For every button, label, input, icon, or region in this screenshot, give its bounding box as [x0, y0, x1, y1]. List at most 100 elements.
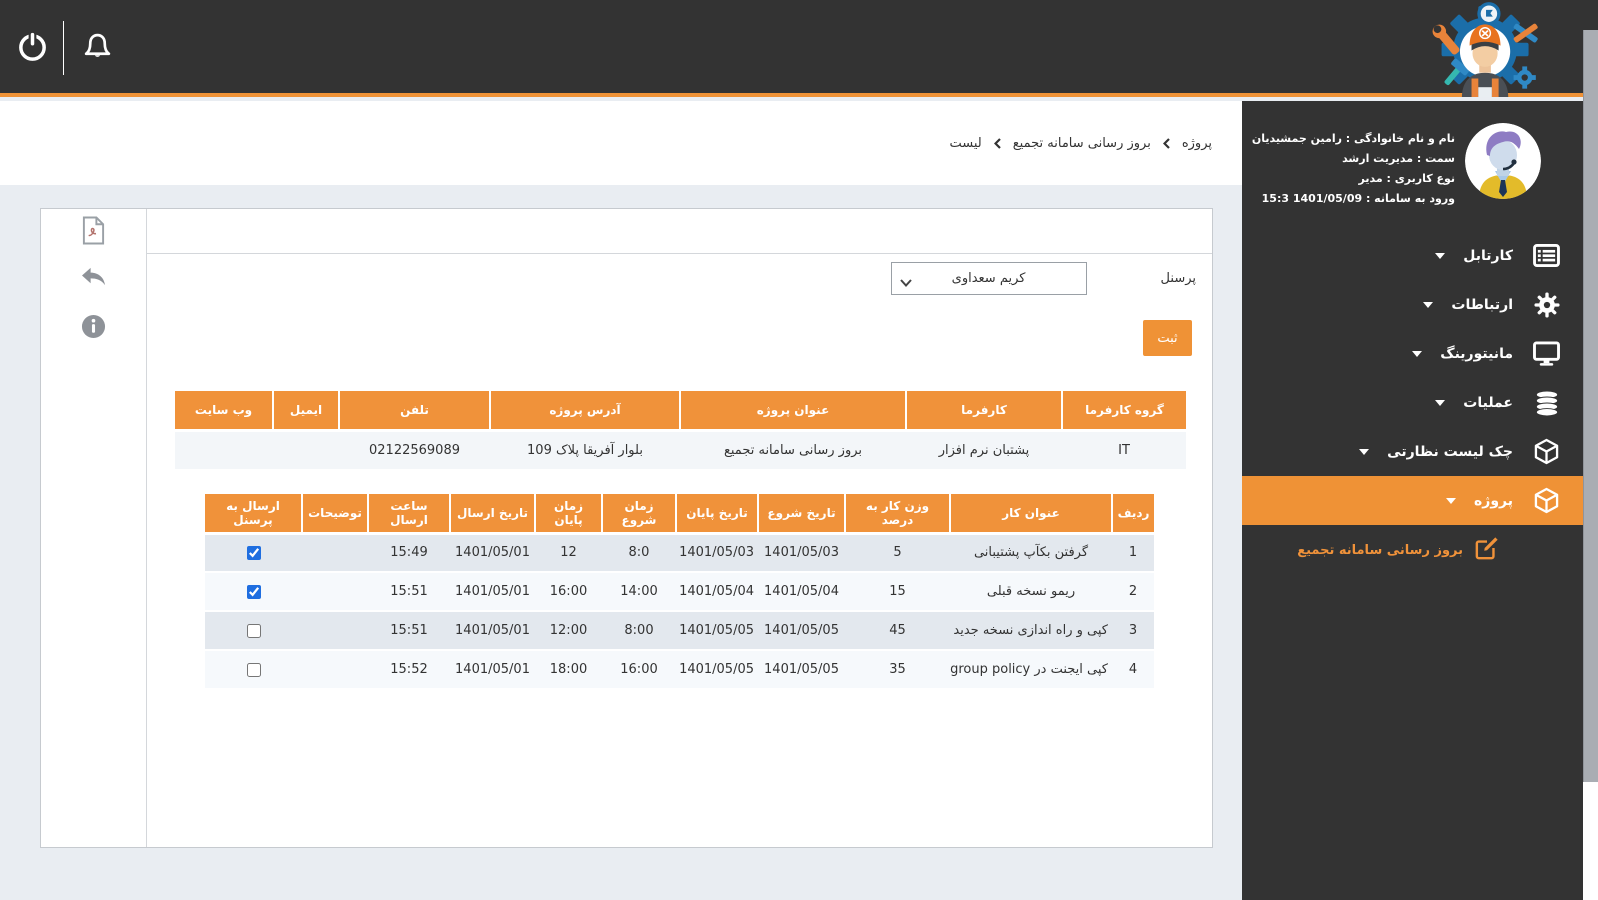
sidebar-item-operations[interactable]: عملیات	[1242, 378, 1583, 427]
table-row: 1گرفتن بکآپ پشتیبانی51401/05/031401/05/0…	[205, 533, 1154, 572]
cell: بلوار آفریقا پلاک 109	[490, 430, 680, 469]
user-position: سمت : مدیریت ارشد	[1252, 149, 1455, 169]
cell: کپی ایجنت در group policy	[950, 650, 1112, 689]
sidebar-item-checklist[interactable]: چک لیست نظارتی	[1242, 427, 1583, 476]
monitor-icon	[1533, 340, 1560, 368]
column-header: ساعت ارسال	[368, 494, 450, 533]
edit-icon	[1475, 536, 1499, 564]
breadcrumb-band: پروژه بروز رسانی سامانه تجمیع لیست	[0, 101, 1242, 185]
cube-icon	[1533, 487, 1560, 515]
cell: 02122569089	[339, 430, 490, 469]
sidebar-item-label: ارتباطات	[1451, 297, 1513, 313]
send-to-personnel-checkbox[interactable]	[247, 546, 261, 560]
avatar	[1465, 123, 1541, 199]
main-card: پرسنل کریم سعداوی ثبت گروه کارفرماکارفرم…	[40, 208, 1213, 848]
back-button[interactable]	[79, 265, 108, 291]
cell: 1401/05/04	[676, 572, 758, 611]
user-fullname: نام و نام خانوادگی : رامین جمشیدیان	[1252, 129, 1455, 149]
column-header: زمان شروع	[602, 494, 676, 533]
send-to-personnel-checkbox[interactable]	[247, 585, 261, 599]
cell: 8:00	[602, 611, 676, 650]
column-header: ارسال به پرسنل	[205, 494, 302, 533]
sidebar-item-label: مانیتورینگ	[1440, 346, 1513, 362]
chevron-down-icon	[1435, 400, 1445, 406]
cell: IT	[1062, 430, 1186, 469]
info-icon	[81, 327, 106, 342]
column-header: تاریخ پایان	[676, 494, 758, 533]
column-header: تاریخ ارسال	[450, 494, 535, 533]
cell	[302, 572, 368, 611]
cell	[302, 533, 368, 572]
top-bar	[0, 0, 1598, 97]
sidebar-item-project[interactable]: پروژه	[1242, 476, 1583, 525]
cell: 1401/05/01	[450, 572, 535, 611]
cell: 1401/05/03	[676, 533, 758, 572]
gear-icon	[1533, 291, 1560, 319]
sidebar-subitem-system-update[interactable]: بروز رسانی سامانه تجمیع	[1242, 529, 1583, 571]
cell: 15:49	[368, 533, 450, 572]
cell: پشتبان نرم افزار	[906, 430, 1062, 469]
send-to-personnel-checkbox[interactable]	[247, 624, 261, 638]
topbar-divider	[63, 21, 64, 75]
cell: 8:0	[602, 533, 676, 572]
cell: 1	[1112, 533, 1154, 572]
table-row: 3کپی و راه اندازی نسخه جدید451401/05/051…	[205, 611, 1154, 650]
scrollbar-thumb[interactable]	[1583, 30, 1598, 782]
cell: 35	[845, 650, 950, 689]
cell: 1401/05/04	[758, 572, 845, 611]
sidebar-item-label: پروژه	[1474, 493, 1513, 509]
cell: 1401/05/01	[450, 611, 535, 650]
cell: 15:52	[368, 650, 450, 689]
sidebar-item-cartable[interactable]: کارتابل	[1242, 231, 1583, 280]
column-header: وب سایت	[175, 391, 273, 430]
submit-button[interactable]: ثبت	[1143, 320, 1192, 356]
power-button[interactable]	[16, 30, 49, 66]
vertical-scrollbar[interactable]	[1583, 0, 1598, 900]
sidebar-subitem-label: بروز رسانی سامانه تجمیع	[1297, 543, 1463, 558]
sidebar-item-communications[interactable]: ارتباطات	[1242, 280, 1583, 329]
breadcrumb-item-project[interactable]: پروژه	[1182, 136, 1212, 151]
column-header: کارفرما	[906, 391, 1062, 430]
column-header: تلفن	[339, 391, 490, 430]
cell: 5	[845, 533, 950, 572]
chevron-down-icon	[1412, 351, 1422, 357]
cell: 18:00	[535, 650, 602, 689]
cell: 1401/05/05	[758, 611, 845, 650]
cell: 12	[535, 533, 602, 572]
column-header: زمان پایان	[535, 494, 602, 533]
cell: 3	[1112, 611, 1154, 650]
info-button[interactable]	[81, 314, 106, 342]
cell: 1401/05/05	[676, 650, 758, 689]
column-header: عنوان کار	[950, 494, 1112, 533]
personnel-selected-value: کریم سعداوی	[952, 271, 1026, 286]
notifications-button[interactable]	[82, 31, 113, 65]
cell: 16:00	[602, 650, 676, 689]
user-role: نوع کاربری : مدیر	[1252, 169, 1455, 189]
cell: 2	[1112, 572, 1154, 611]
sidebar-item-monitoring[interactable]: مانیتورینگ	[1242, 329, 1583, 378]
cell: 1401/05/01	[450, 533, 535, 572]
chevron-down-icon	[900, 276, 912, 291]
cell: 1401/05/05	[758, 650, 845, 689]
project-info-table: گروه کارفرماکارفرماعنوان پروژهآدرس پروژه…	[175, 391, 1186, 469]
send-to-personnel-checkbox[interactable]	[247, 663, 261, 677]
column-header: ردیف	[1112, 494, 1154, 533]
column-header: توضیحات	[302, 494, 368, 533]
personnel-select[interactable]: کریم سعداوی	[891, 262, 1087, 295]
breadcrumb-item-system-update[interactable]: بروز رسانی سامانه تجمیع	[1013, 136, 1151, 151]
bell-icon	[82, 31, 113, 65]
column-header: گروه کارفرما	[1062, 391, 1186, 430]
checkbox-cell	[205, 611, 302, 650]
cell: 4	[1112, 650, 1154, 689]
cell	[175, 430, 273, 469]
cell: کپی و راه اندازی نسخه جدید	[950, 611, 1112, 650]
pdf-export-button[interactable]	[81, 216, 106, 248]
column-header: آدرس پروژه	[490, 391, 680, 430]
chevron-left-icon	[1163, 138, 1170, 149]
pdf-file-icon	[81, 233, 106, 248]
checkbox-cell	[205, 650, 302, 689]
user-last-login: ورود به سامانه : 1401/05/09 15:3	[1252, 189, 1455, 209]
cell: 15:51	[368, 611, 450, 650]
cell: بروز رسانی سامانه تجمیع	[680, 430, 906, 469]
user-panel: نام و نام خانوادگی : رامین جمشیدیان سمت …	[1242, 101, 1583, 209]
